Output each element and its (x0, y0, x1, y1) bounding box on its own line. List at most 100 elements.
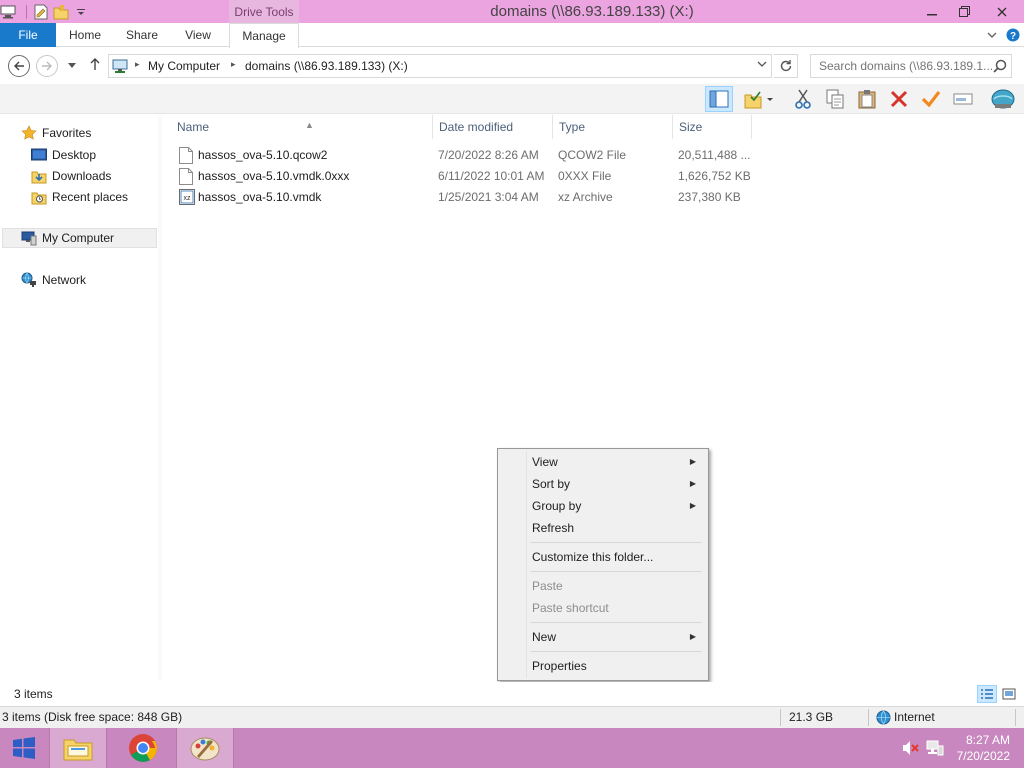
menu-item-view[interactable]: View ▶ (500, 451, 706, 473)
clock-date: 7/20/2022 (956, 749, 1010, 763)
menu-separator (530, 571, 702, 572)
taskbar-chrome[interactable] (114, 728, 172, 768)
preview-pane-icon[interactable] (705, 86, 733, 112)
details-bar: 3 items (Disk free space: 848 GB) 21.3 G… (0, 706, 1024, 728)
address-history-icon[interactable] (757, 59, 767, 71)
details-view-icon[interactable] (977, 685, 997, 703)
recent-locations-icon[interactable] (66, 60, 78, 72)
menu-item-properties[interactable]: Properties (500, 655, 706, 677)
disk-free-space: 3 items (Disk free space: 848 GB) (2, 710, 183, 724)
search-box (810, 54, 1012, 78)
menu-item-new[interactable]: New ▶ (500, 626, 706, 648)
search-icon[interactable] (993, 59, 1007, 73)
menu-item-sort-by[interactable]: Sort by ▶ (500, 473, 706, 495)
taskbar-paint[interactable] (176, 728, 234, 768)
globe-icon (876, 710, 894, 726)
menu-item-customize-folder[interactable]: Customize this folder... (500, 546, 706, 568)
file-row[interactable]: hassos_ova-5.10.qcow2 7/20/2022 8:26 AM … (176, 145, 766, 166)
tab-manage[interactable]: Manage (229, 23, 299, 48)
volume-muted-icon[interactable] (902, 740, 919, 756)
file-name: hassos_ova-5.10.qcow2 (198, 148, 328, 162)
tab-home[interactable]: Home (62, 23, 108, 47)
start-button[interactable] (0, 728, 48, 768)
system-tray: 8:27 AM 7/20/2022 (864, 728, 1024, 768)
file-date: 1/25/2021 3:04 AM (438, 190, 539, 204)
system-menu-icon[interactable] (0, 4, 16, 20)
menu-item-group-by-label: Group by (532, 499, 582, 513)
breadcrumb-domains[interactable]: domains (\\86.93.189.133) (X:) (245, 59, 408, 73)
breadcrumb-separator-icon[interactable]: ▸ (231, 59, 236, 70)
nav-network-label: Network (42, 273, 87, 287)
address-row: ▸ My Computer ▸ domains (\\86.93.189.133… (0, 48, 1024, 84)
help-icon[interactable]: ? (1005, 27, 1021, 43)
nav-downloads[interactable]: Downloads (30, 166, 111, 186)
cut-icon[interactable] (789, 86, 817, 112)
nav-my-computer-label: My Computer (42, 231, 115, 245)
column-header-date[interactable]: Date modified (432, 115, 552, 139)
copy-icon[interactable] (821, 86, 849, 112)
menu-item-paste[interactable]: Paste (500, 575, 706, 597)
recent-places-icon (30, 189, 48, 205)
column-header-name[interactable]: Name ▲ (171, 115, 433, 139)
restore-button[interactable] (948, 0, 980, 23)
menu-item-sort-by-label: Sort by (532, 477, 571, 491)
menu-item-paste-shortcut[interactable]: Paste shortcut (500, 597, 706, 619)
search-input[interactable] (819, 55, 999, 77)
breadcrumb-separator-icon[interactable]: ▸ (135, 59, 140, 70)
file-icon (179, 168, 193, 185)
column-header-type[interactable]: Type (552, 115, 672, 139)
column-header-size[interactable]: Size (672, 115, 752, 139)
address-bar[interactable]: ▸ My Computer ▸ domains (\\86.93.189.133… (108, 54, 772, 78)
close-button[interactable] (980, 0, 1024, 23)
folder-options-icon[interactable] (741, 86, 777, 112)
breadcrumb-my-computer[interactable]: My Computer (148, 59, 220, 73)
minimize-button[interactable] (916, 0, 948, 23)
tab-share[interactable]: Share (118, 23, 166, 47)
svg-text:?: ? (1010, 31, 1016, 42)
rename-icon[interactable] (949, 86, 977, 112)
refresh-button[interactable] (774, 54, 798, 78)
context-menu: View ▶ Sort by ▶ Group by ▶ Refresh Cust… (497, 448, 709, 681)
svg-text:xz: xz (184, 195, 192, 202)
taskbar-file-explorer[interactable] (49, 728, 107, 768)
network-drive-icon[interactable] (989, 86, 1017, 112)
security-zone-label: Internet (894, 710, 935, 724)
tab-view[interactable]: View (176, 23, 220, 47)
item-count: 3 items (14, 687, 53, 701)
submenu-arrow-icon: ▶ (689, 479, 696, 488)
computer-icon (20, 230, 38, 246)
customize-qat-icon[interactable] (73, 4, 89, 20)
properties-icon[interactable] (33, 4, 49, 20)
up-button[interactable] (88, 57, 102, 75)
quick-access-toolbar (0, 3, 93, 21)
menu-item-group-by[interactable]: Group by ▶ (500, 495, 706, 517)
nav-recent-places[interactable]: Recent places (30, 187, 128, 207)
tab-file[interactable]: File (0, 23, 56, 47)
nav-downloads-label: Downloads (52, 169, 112, 183)
new-folder-icon[interactable] (53, 4, 69, 20)
menu-separator (530, 651, 702, 652)
file-date: 6/11/2022 10:01 AM (438, 169, 545, 183)
file-size: 237,380 KB (678, 190, 741, 204)
file-row[interactable]: xz hassos_ova-5.10.vmdk 1/25/2021 3:04 A… (176, 187, 766, 208)
nav-network[interactable]: Network (20, 270, 86, 290)
taskbar-clock[interactable]: 8:27 AM 7/20/2022 (940, 732, 1010, 764)
back-button[interactable] (8, 55, 30, 77)
forward-button[interactable] (36, 55, 58, 77)
delete-icon[interactable] (885, 86, 913, 112)
chrome-icon (129, 734, 157, 762)
nav-favorites[interactable]: Favorites (20, 123, 91, 143)
menu-separator (530, 542, 702, 543)
large-icons-view-icon[interactable] (999, 685, 1019, 703)
select-all-icon[interactable] (917, 86, 945, 112)
nav-my-computer[interactable]: My Computer (2, 228, 157, 248)
ribbon-tabs: File Home Share View Manage ? (0, 23, 1024, 48)
selection-size: 21.3 GB (789, 710, 834, 724)
file-row[interactable]: hassos_ova-5.10.vmdk.0xxx 6/11/2022 10:0… (176, 166, 766, 187)
paste-icon[interactable] (853, 86, 881, 112)
file-size: 20,511,488 ... (678, 148, 751, 162)
expand-ribbon-icon[interactable] (984, 27, 1000, 43)
nav-desktop[interactable]: Desktop (30, 145, 96, 165)
menu-item-view-label: View (532, 455, 558, 469)
menu-item-refresh[interactable]: Refresh (500, 517, 706, 539)
